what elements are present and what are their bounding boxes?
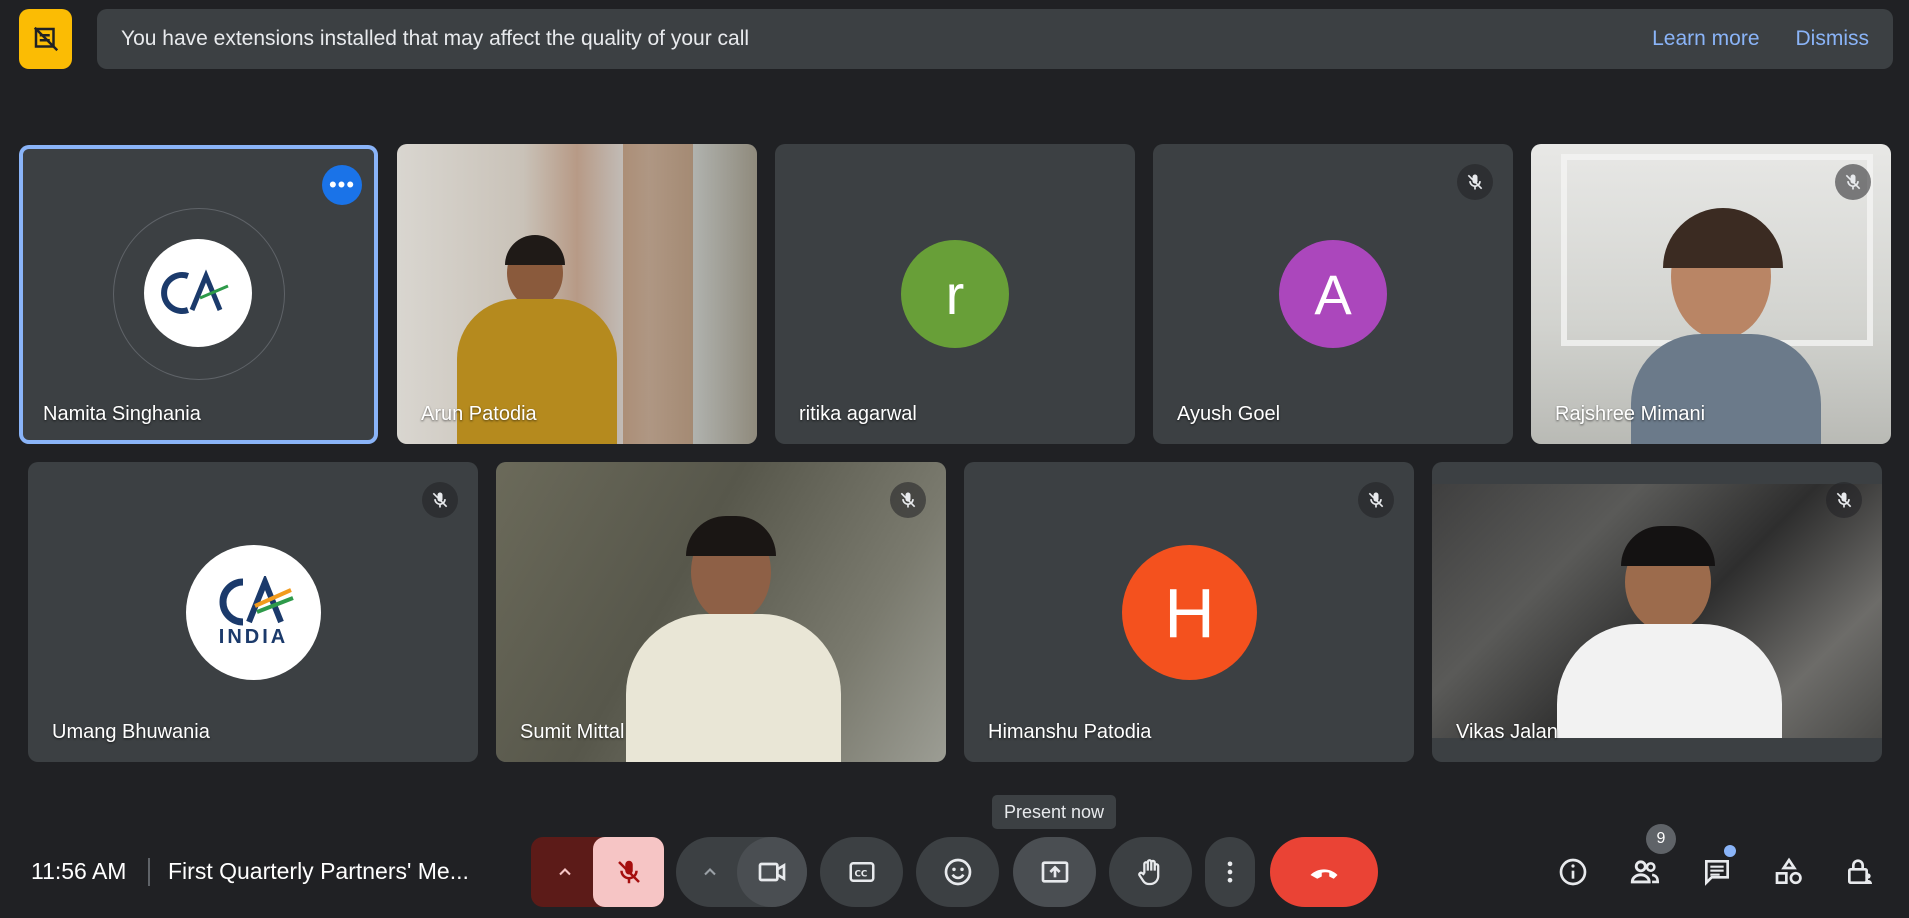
meeting-title[interactable]: First Quarterly Partners' Me... [168,858,469,885]
divider [148,858,150,886]
emoji-icon [944,858,971,886]
chevron-up-icon [704,868,716,876]
extensions-banner: You have extensions installed that may a… [97,9,1893,69]
learn-more-link[interactable]: Learn more [1652,27,1759,51]
video-figure [1557,526,1782,738]
participant-tile-rajshree-mimani[interactable]: Rajshree Mimani [1531,144,1891,444]
extensions-warning-icon [19,9,72,69]
participant-tile-himanshu-patodia[interactable]: H Himanshu Patodia [964,462,1414,762]
participant-name: Himanshu Patodia [988,721,1152,743]
meeting-time: 11:56 AM [31,858,127,884]
chat-icon [1705,860,1729,886]
initial-avatar: H [1122,545,1257,680]
host-controls-button[interactable] [1840,852,1880,892]
mic-off-icon [1358,482,1394,518]
mic-off-icon [1826,482,1862,518]
avatar-logo-text: INDIA [218,626,289,648]
camera-toggle-button[interactable] [737,837,807,907]
people-icon [1630,860,1660,884]
mic-toggle-button[interactable] [593,837,664,907]
participant-tile-arun-patodia[interactable]: Arun Patodia [397,144,757,444]
participant-name: Sumit Mittal [520,721,625,743]
people-button[interactable] [1625,852,1665,892]
present-now-tooltip: Present now [992,795,1117,829]
meeting-details-button[interactable] [1553,852,1593,892]
participant-name: Vikas Jalan [1456,721,1558,743]
video-figure [626,516,841,762]
mic-off-icon [1457,164,1493,200]
svg-text:CC: CC [854,869,867,879]
activities-button[interactable] [1769,852,1809,892]
participant-tile-namita-singhania[interactable]: ••• Namita Singhania [19,145,378,444]
hand-icon [1137,859,1159,886]
participant-tile-ritika-agarwal[interactable]: r ritika agarwal [775,144,1135,444]
shapes-icon [1775,857,1802,885]
camera-icon [758,862,786,882]
more-options-button[interactable]: ••• [322,165,362,205]
captions-icon: CC [849,862,874,882]
initial-avatar: A [1279,240,1387,348]
ca-india-logo-avatar: INDIA [186,545,321,680]
dismiss-button[interactable]: Dismiss [1796,27,1870,51]
present-now-button[interactable] [1013,837,1096,907]
banner-message: You have extensions installed that may a… [121,27,750,50]
raise-hand-button[interactable] [1109,837,1192,907]
mic-off-icon [422,482,458,518]
end-call-button[interactable] [1270,837,1378,907]
captions-button[interactable]: CC [820,837,903,907]
reactions-button[interactable] [916,837,999,907]
audio-options-button[interactable] [545,852,585,892]
lock-person-icon [1848,859,1872,884]
people-count-badge: 9 [1646,824,1676,854]
end-call-icon [1310,869,1338,879]
chat-button[interactable] [1697,852,1737,892]
video-frame-decor [623,144,693,444]
chevron-up-icon [559,868,571,876]
more-options-button[interactable] [1205,837,1255,907]
present-icon [1041,861,1068,883]
participant-tile-vikas-jalan[interactable]: Vikas Jalan [1432,462,1882,762]
mic-off-icon [617,860,640,884]
participant-name: Ayush Goel [1177,403,1281,425]
initial-avatar: r [901,240,1009,348]
avatar-initial: r [945,262,965,326]
more-vert-icon [1227,861,1233,883]
avatar-initial: A [1314,262,1352,326]
mic-off-icon [890,482,926,518]
avatar-initial: H [1164,573,1215,652]
info-icon [1559,858,1587,886]
participant-tile-sumit-mittal[interactable]: Sumit Mittal [496,462,946,762]
participant-name: Arun Patodia [421,403,537,425]
participant-tile-umang-bhuwania[interactable]: INDIA Umang Bhuwania [28,462,478,762]
participant-name: Namita Singhania [43,403,201,425]
video-options-button[interactable] [690,852,730,892]
participant-name: Rajshree Mimani [1555,403,1706,425]
participant-name: ritika agarwal [799,403,917,425]
ca-logo-avatar [144,239,252,347]
participant-name: Umang Bhuwania [52,721,210,743]
participant-tile-ayush-goel[interactable]: A Ayush Goel [1153,144,1513,444]
mic-off-icon [1835,164,1871,200]
